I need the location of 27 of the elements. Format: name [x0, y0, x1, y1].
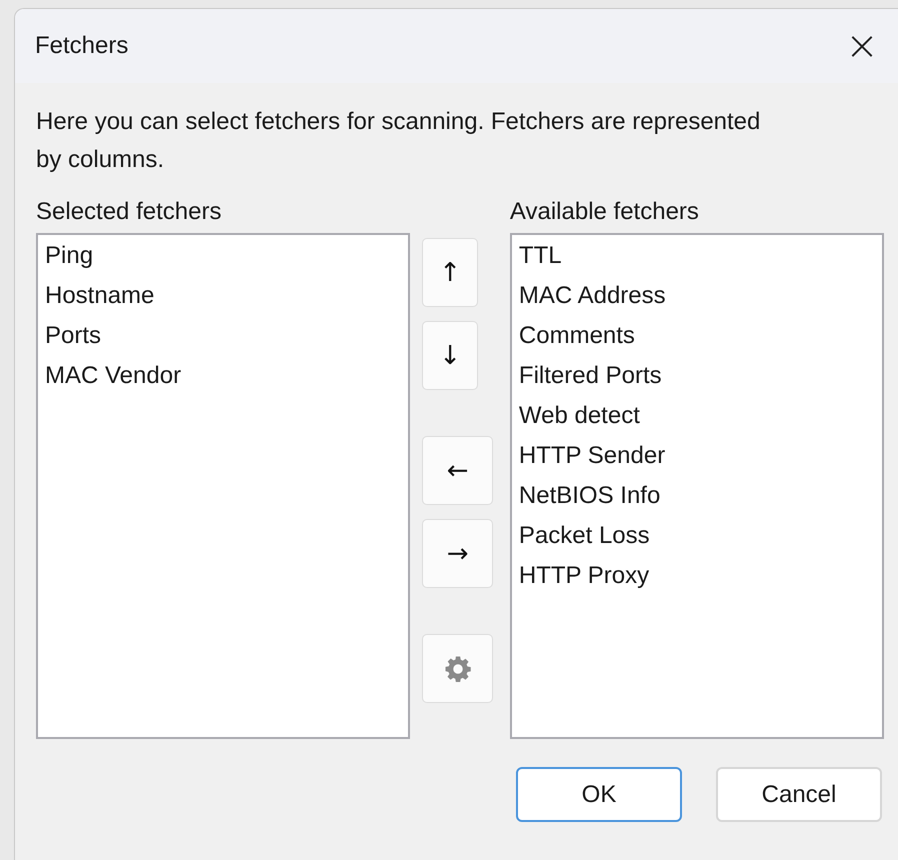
list-item[interactable]: TTL: [518, 236, 882, 276]
list-item[interactable]: HTTP Sender: [518, 436, 882, 476]
list-item[interactable]: Filtered Ports: [518, 356, 882, 396]
list-label: Selected fetchers: [36, 197, 222, 227]
move-button[interactable]: →: [422, 519, 494, 588]
available-fetchers-list[interactable]: TTL MAC Address Comments Filtered Ports Web detect HTTP Sender NetBIOS Info Packet Loss HTTP Proxy: [510, 233, 884, 739]
window-title: Fetchers: [35, 32, 128, 60]
list-item[interactable]: Packet Loss: [518, 516, 882, 556]
list-item[interactable]: MAC Vendor: [45, 356, 408, 396]
list-item[interactable]: NetBIOS Info: [518, 476, 882, 516]
list-item[interactable]: Ping: [45, 236, 408, 276]
move-button[interactable]: ↓: [422, 321, 478, 390]
list-item[interactable]: Comments: [518, 316, 882, 356]
description-text: Here you can select fetchers for scanning. Fetchers are represented by columns.: [36, 107, 761, 175]
list-item[interactable]: Ports: [45, 316, 408, 356]
list-item[interactable]: HTTP Proxy: [518, 556, 882, 596]
list-item[interactable]: MAC Address: [518, 276, 882, 316]
cancel-button[interactable]: Cancel: [716, 767, 882, 822]
close-button[interactable]: ×: [832, 16, 892, 76]
selected-fetchers-list[interactable]: Ping Hostname Ports MAC Vendor: [36, 233, 410, 739]
gear-icon: [442, 654, 473, 684]
list-item[interactable]: Hostname: [45, 276, 408, 316]
list-item[interactable]: Web detect: [518, 396, 882, 436]
move-button[interactable]: ↑: [422, 238, 478, 307]
move-button[interactable]: ←: [422, 436, 494, 505]
list-label: Available fetchers: [510, 197, 700, 227]
ok-button[interactable]: OK: [516, 767, 682, 822]
